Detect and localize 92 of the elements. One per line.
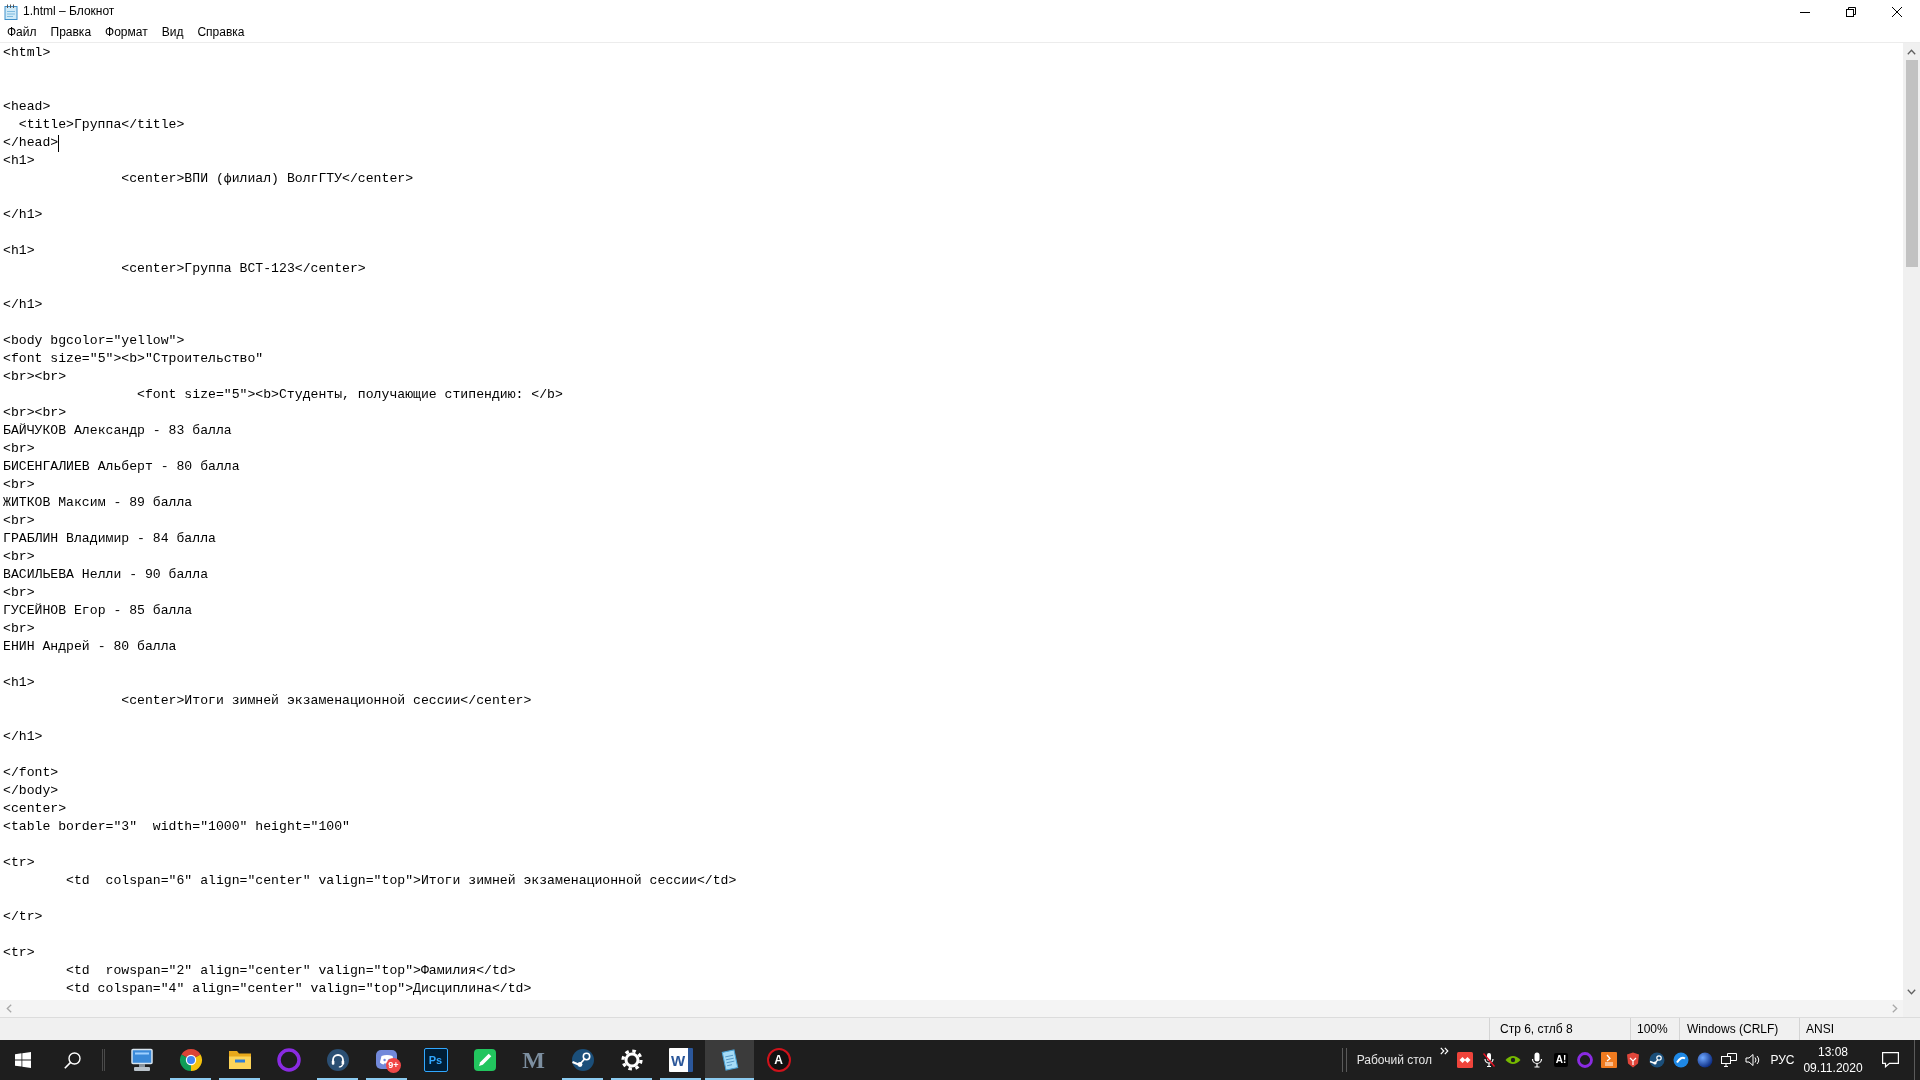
zoom-level: 100% [1637,1021,1668,1037]
code-line: </h1> [3,206,43,224]
window-title: 1.html – Блокнот [23,4,115,19]
code-line: <br><br> [3,404,67,422]
code-line: <br> [3,620,35,638]
code-line: ВАСИЛЬЕВА Нелли - 90 балла [3,566,209,584]
code-line: <h1> [3,242,35,260]
desktop-toolbar-label[interactable]: Рабочий стол [1356,1052,1432,1068]
code-line: <center> [3,800,67,818]
microphone-icon[interactable] [1531,1052,1543,1068]
code-line: <tr> [3,944,35,962]
code-line: <center>Итоги зимней экзаменационной сессии</center> [121,692,532,710]
ring-icon[interactable] [1577,1052,1593,1068]
code-line: </font> [3,764,59,782]
code-line: ЖИТКОВ Максим - 89 балла [3,494,193,512]
code-line: <h1> [3,674,35,692]
folder-icon [227,1048,252,1072]
scrollbar-thumb[interactable] [1905,60,1918,267]
code-line: <br><br> [3,368,67,386]
code-line: </h1> [3,296,43,314]
taskbar-button[interactable]: W [656,1040,705,1080]
line-ending-label: Windows (CRLF) [1687,1021,1779,1037]
double-chevron-icon[interactable] [1440,1047,1449,1055]
code-line: <br> [3,584,35,602]
shield-icon[interactable] [1626,1052,1640,1068]
ring-icon [276,1048,301,1072]
code-line: <td colspan="6" align="center" valign="top">Итоги зимней экзаменационной сессии</td> [66,872,737,890]
code-line: </tr> [3,908,43,926]
volume-icon[interactable] [1745,1053,1761,1067]
taskbar-button[interactable]: A [754,1040,803,1080]
tray-button[interactable]: A! [1553,1053,1569,1067]
menu-item[interactable]: Справка [190,23,252,42]
lever-circle-icon[interactable] [1649,1052,1665,1068]
restore-icon [1846,6,1856,17]
diamonds-tile-icon[interactable] [1457,1052,1473,1068]
network-icon[interactable] [1721,1053,1737,1067]
speech-bubble-icon [1881,1052,1899,1068]
taskbar-button[interactable]: Ps [411,1040,460,1080]
muted-microphone-icon[interactable] [1482,1052,1496,1068]
code-line: <td rowspan="2" align="center" valign="top">Фамилия</td> [66,962,516,980]
code-line: <br> [3,548,35,566]
code-line: <title>Группа</title> [18,116,185,134]
gear-icon [619,1048,644,1072]
swoosh-circle-icon[interactable] [1673,1052,1689,1068]
code-line: <br> [3,440,35,458]
cursor-position: Стр 6, стлб 8 [1500,1021,1573,1037]
code-line: </body> [3,782,59,800]
taskbar-button[interactable]: M [509,1040,558,1080]
code-line: </head> [3,134,59,152]
code-line: <body bgcolor="yellow"> [3,332,185,350]
language-indicator[interactable]: РУС [1770,1052,1795,1068]
headset-icon [325,1048,350,1072]
code-line: <table border="3" width="1000" height="100" [3,818,350,836]
code-line: <html> [3,44,51,62]
taskbar-button[interactable]: 9+ [362,1040,411,1080]
computer-icon [129,1048,154,1072]
code-line: <center>ВПИ (филиал) ВолгГТУ</center> [121,170,414,188]
code-line: <h1> [3,152,35,170]
chevron-tile-icon[interactable] [1601,1052,1617,1068]
segmented-circle-icon [178,1048,203,1072]
menu-item[interactable]: Правка [43,23,99,42]
code-line: <center>Группа ВСТ-123</center> [121,260,366,278]
close-icon [1892,6,1902,17]
code-line: <br> [3,512,35,530]
eye-icon[interactable] [1505,1054,1521,1066]
code-line: ЕНИН Андрей - 80 балла [3,638,177,656]
code-line: ГУСЕЙНОВ Егор - 85 балла [3,602,193,620]
clock-time: 13:08 [1818,1044,1848,1060]
menu-item[interactable]: Формат [98,23,155,42]
code-line: БИСЕНГАЛИЕВ Альберт - 80 балла [3,458,240,476]
lever-circle-icon [570,1048,595,1072]
code-line: <head> [3,98,51,116]
search-icon [63,1051,81,1069]
four-panes-icon [15,1052,31,1068]
code-line: ГРАБЛИН Владимир - 84 балла [3,530,216,548]
menu-item[interactable]: Вид [154,23,191,42]
vertical-scrollbar[interactable] [1903,43,1920,1000]
taskbar-button[interactable] [705,1040,754,1080]
code-line: <font size="5"><b>Студенты, получающие стипендию: </b> [137,386,563,404]
notification-badge: 9+ [386,1058,401,1073]
sphere-icon[interactable] [1697,1052,1713,1068]
code-line: <font size="5"><b>"Строительство" [3,350,264,368]
code-line: <td colspan="4" align="center" valign="top">Дисциплина</td> [66,980,532,998]
code-line: БАЙЧУКОВ Александр - 83 балла [3,422,232,440]
notepad-icon [4,3,18,20]
clock-date: 09.11.2020 [1803,1060,1863,1076]
menu-item[interactable]: Файл [0,23,44,42]
pencil-icon [472,1048,497,1072]
code-line: </h1> [3,728,43,746]
code-line: <tr> [3,854,35,872]
code-line: <br> [3,476,35,494]
encoding-label: ANSI [1806,1021,1834,1037]
